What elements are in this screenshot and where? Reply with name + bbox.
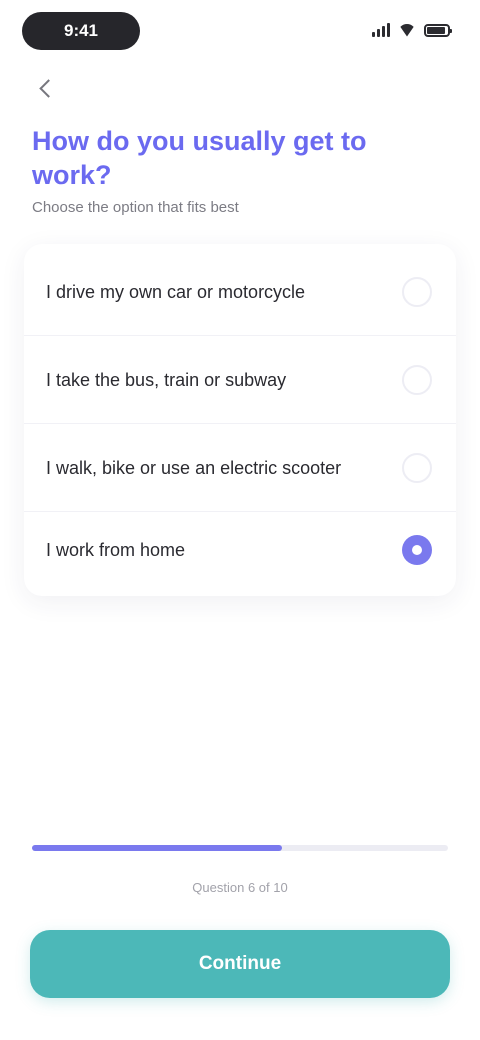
option-row[interactable]: I drive my own car or motorcycle: [24, 248, 456, 336]
question-subtitle: Choose the option that fits best: [32, 199, 239, 216]
option-label: I take the bus, train or subway: [46, 369, 287, 390]
option-row[interactable]: I work from home: [24, 512, 456, 588]
progress-track: [32, 845, 448, 851]
status-bar: 9:41: [0, 0, 480, 62]
question-title: How do you usually get to work?: [32, 126, 367, 190]
option-row[interactable]: I walk, bike or use an electric scooter: [24, 424, 456, 512]
progress-bar: [32, 838, 448, 858]
progress-fill: [32, 845, 282, 851]
continue-button[interactable]: Continue: [30, 930, 450, 998]
option-label: I drive my own car or motorcycle: [46, 281, 306, 302]
battery-fill: [427, 26, 445, 34]
signal-icon: [372, 23, 390, 37]
radio-unselected-icon[interactable]: [402, 452, 432, 483]
battery-icon: [424, 23, 452, 37]
option-row[interactable]: I take the bus, train or subway: [24, 336, 456, 424]
radio-unselected-icon[interactable]: [402, 276, 432, 307]
radio-unselected-icon[interactable]: [402, 364, 432, 395]
options-list: I drive my own car or motorcycle I take t…: [24, 244, 456, 596]
progress-label: Question 6 of 10: [192, 880, 288, 895]
radio-selected-icon[interactable]: [402, 535, 432, 565]
option-label: I work from home: [46, 540, 186, 560]
screen: 9:41 How do you usually get to work? Cho…: [0, 0, 480, 1040]
back-button[interactable]: [32, 74, 60, 102]
status-icons: [372, 20, 452, 40]
status-time: 9:41: [22, 12, 140, 50]
wifi-icon: [398, 24, 416, 37]
option-label: I walk, bike or use an electric scooter: [46, 457, 342, 478]
